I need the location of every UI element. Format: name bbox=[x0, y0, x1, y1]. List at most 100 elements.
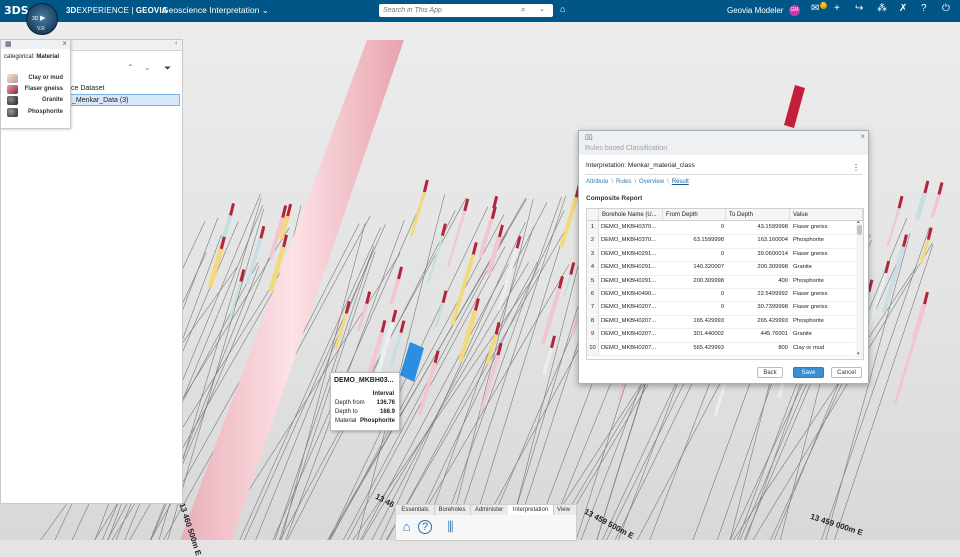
legend-label: Phosphorite bbox=[27, 109, 63, 115]
table-row[interactable]: 4 DEMO_MKBH0291... 140.320007 200.309998 Gra… bbox=[587, 261, 855, 276]
tag-icon[interactable]: ⌂ bbox=[560, 4, 565, 14]
table-row[interactable]: 9 DEMO_MKBH0207... 301.440002 445.76001 Gran… bbox=[587, 328, 855, 343]
chevron-down-icon[interactable]: ⌄ bbox=[539, 5, 545, 13]
legend-title-prefix: categorical: bbox=[4, 54, 35, 60]
legend-label: Clay or mud bbox=[28, 75, 63, 81]
borehole-name-cell: DEMO_MKBH0291... bbox=[601, 277, 657, 284]
swatch-icon bbox=[7, 74, 18, 83]
swatch-icon bbox=[7, 85, 18, 94]
row-index: 5 bbox=[587, 274, 599, 288]
column-header-from-depth[interactable]: From Depth bbox=[663, 209, 726, 221]
borehole-name-cell: DEMO_MKBH0291... bbox=[601, 264, 657, 271]
table-row[interactable]: 5 DEMO_MKBH0291... 200.309998 400 Phosphorit… bbox=[587, 274, 855, 289]
scroll-down-icon[interactable]: ▾ bbox=[857, 351, 860, 357]
table-row[interactable]: 7 DEMO_MKBH0207... 0 30.7399998 Flaser gneis… bbox=[587, 301, 855, 316]
value-cell: Flaser gneiss bbox=[793, 304, 828, 311]
back-button[interactable]: Back bbox=[757, 367, 783, 378]
brand-main: EXPERIENCE bbox=[76, 6, 130, 15]
tooltip-value: Phosphorite bbox=[359, 418, 395, 424]
app-title-dropdown[interactable]: Geoscience Interpretation ⌄ bbox=[162, 5, 269, 16]
chevron-up-icon[interactable]: ⌃ bbox=[127, 63, 134, 72]
column-header-borehole[interactable]: Borehole Name (U... bbox=[599, 209, 663, 221]
row-index: 1 bbox=[587, 221, 599, 234]
avatar[interactable]: GM bbox=[789, 5, 800, 16]
table-row[interactable]: 8 DEMO_MKBH0207... 165.429993 265.429993 Pho… bbox=[587, 314, 855, 330]
tab-essentials[interactable]: Essentials bbox=[396, 505, 435, 515]
from-depth-cell: 140.320007 bbox=[693, 264, 724, 271]
table-scrollbar[interactable]: ▴ ▾ bbox=[856, 219, 863, 358]
action-bar-icons: ⌂ ? ⫼ bbox=[395, 515, 577, 541]
3ds-logo-icon[interactable]: 3DS bbox=[4, 4, 29, 17]
breadcrumb-rules[interactable]: Rules bbox=[616, 179, 631, 185]
search-icon[interactable]: ⌕ bbox=[521, 5, 525, 15]
from-depth-cell: 565.429993 bbox=[693, 344, 724, 351]
search-box[interactable]: ⌕ ⌄ bbox=[379, 4, 553, 17]
to-depth-cell: 163.160004 bbox=[757, 237, 788, 244]
more-options-icon[interactable]: ⋮ bbox=[852, 163, 860, 172]
help-icon[interactable]: ? bbox=[921, 3, 927, 14]
column-header-value[interactable]: Value bbox=[790, 209, 863, 221]
brand-prefix: 3D bbox=[66, 6, 77, 15]
borehole-tool-icon[interactable]: ⫼ bbox=[442, 518, 459, 535]
chevron-down-icon[interactable]: ⌄ bbox=[144, 63, 151, 72]
from-depth-cell: 63.1599998 bbox=[693, 237, 724, 244]
table-row[interactable]: 6 DEMO_MKBH0490... 0 22.5499992 Flaser gneis… bbox=[587, 288, 855, 303]
breadcrumb-overview[interactable]: Overview bbox=[639, 179, 664, 185]
column-header-index bbox=[587, 209, 599, 221]
add-icon[interactable]: + bbox=[834, 3, 840, 14]
search-input[interactable] bbox=[383, 5, 513, 16]
tooltip-interval-label: Interval bbox=[372, 391, 394, 397]
network-icon[interactable]: ⁂ bbox=[877, 3, 887, 14]
breadcrumb-result[interactable]: Result bbox=[672, 179, 689, 185]
tab-administer[interactable]: Administer bbox=[470, 505, 509, 515]
to-depth-cell: 265.429993 bbox=[757, 317, 788, 324]
power-icon[interactable]: ⏻ bbox=[942, 3, 950, 14]
action-bar: Essentials Boreholes Administer Interpre… bbox=[395, 504, 577, 541]
column-header-to-depth[interactable]: To Depth bbox=[726, 209, 790, 221]
user-name[interactable]: Geovia Modeler bbox=[727, 6, 783, 15]
collapse-panel-icon[interactable]: ‹ bbox=[175, 40, 177, 47]
tooltip-title: DEMO_MKBH03... bbox=[334, 377, 394, 384]
legend-label: Granite bbox=[41, 97, 63, 103]
chat-icon[interactable]: ✉ bbox=[811, 3, 819, 14]
pin-icon[interactable]: ▯▯ bbox=[585, 133, 593, 141]
breadcrumb-attribute[interactable]: Attribute bbox=[586, 179, 608, 185]
borehole-name-cell: DEMO_MKBH0490... bbox=[601, 291, 657, 297]
divider bbox=[585, 174, 862, 175]
tree-item-label: _Menkar_Data (3) bbox=[72, 97, 129, 104]
close-icon[interactable]: × bbox=[62, 39, 67, 48]
compass-icon[interactable]: 3D ▶ V.R bbox=[26, 3, 58, 35]
top-bar: 3DS 3D ▶ V.R 3DEXPERIENCE | GEOVIA Geosc… bbox=[0, 0, 960, 35]
filter-icon[interactable]: ⏷ bbox=[164, 63, 171, 74]
notification-badge: 5 bbox=[820, 2, 827, 9]
legend-title-attr: Material bbox=[36, 54, 60, 60]
from-depth-cell: 165.429993 bbox=[693, 317, 724, 324]
tab-view[interactable]: View bbox=[553, 505, 574, 515]
tools-icon[interactable]: ✗ bbox=[899, 3, 907, 14]
help-icon[interactable]: ? bbox=[418, 520, 432, 534]
table-row[interactable]: 2 DEMO_MKBH0370... 63.1599998 163.160004 Pho… bbox=[587, 234, 855, 249]
tooltip-key: Material bbox=[335, 418, 357, 424]
table-row[interactable]: 3 DEMO_MKBH0291... 0 39.0600014 Flaser gneis… bbox=[587, 247, 855, 263]
tooltip-value: 168.9 bbox=[379, 409, 395, 415]
share-icon[interactable]: ↪ bbox=[855, 3, 863, 14]
brand-label: 3DEXPERIENCE | GEOVIA bbox=[66, 6, 168, 15]
scroll-up-icon[interactable]: ▴ bbox=[857, 219, 860, 225]
close-icon[interactable]: × bbox=[860, 132, 865, 141]
tooltip-value: 136.76 bbox=[376, 400, 395, 406]
legend-item: Clay or mud bbox=[7, 74, 67, 84]
from-depth-cell: 0 bbox=[720, 304, 724, 311]
borehole-name-cell: DEMO_MKBH0207... bbox=[601, 344, 657, 351]
row-index: 6 bbox=[587, 288, 599, 301]
tab-boreholes[interactable]: Boreholes bbox=[434, 505, 471, 515]
from-depth-cell: 200.309998 bbox=[693, 277, 724, 284]
save-button[interactable]: Save bbox=[793, 367, 824, 378]
table-row[interactable]: 10 DEMO_MKBH0207... 565.429993 800 Clay or m… bbox=[587, 341, 855, 356]
table-row[interactable]: 1 DEMO_MKBH0370... 0 43.1599998 Flaser gneis… bbox=[587, 221, 855, 236]
tooltip-row: Depth to 168.9 bbox=[335, 409, 397, 417]
home-icon[interactable]: ⌂ bbox=[398, 518, 415, 535]
tab-interpretation[interactable]: Interpretation bbox=[508, 505, 554, 515]
scrollbar-thumb[interactable] bbox=[857, 225, 862, 235]
borehole-name-cell: DEMO_MKBH0370... bbox=[601, 224, 657, 230]
cancel-button[interactable]: Cancel bbox=[831, 367, 862, 378]
